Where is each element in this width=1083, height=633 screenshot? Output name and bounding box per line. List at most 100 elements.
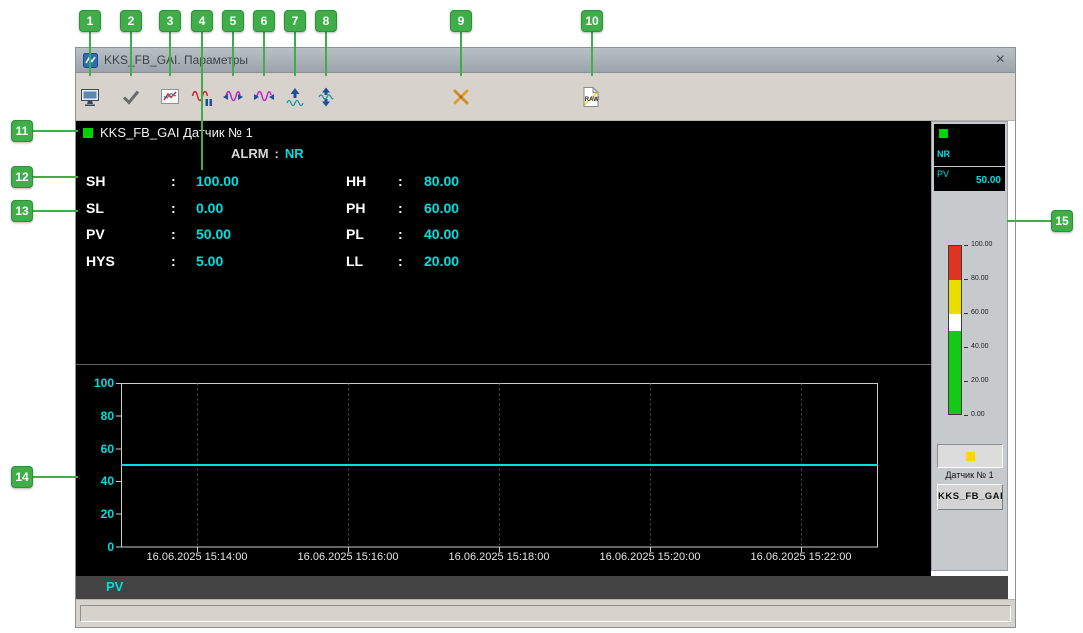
param-value-ph: 60.00	[424, 200, 460, 216]
trend-chart: 100 80 60 40 20 0 16.06.2025 15:14:00 16…	[76, 364, 931, 576]
callout-line	[201, 32, 203, 170]
colon: :	[171, 226, 176, 242]
annotation-badge-7: 7	[284, 10, 306, 32]
tag-title: KKS_FB_GAI Датчик № 1	[100, 125, 253, 140]
alarm-row: ALRM: NR	[231, 146, 304, 161]
param-label-hys: HYS	[86, 253, 115, 269]
param-label-sh: SH	[86, 173, 106, 189]
callout-line	[130, 32, 132, 76]
colon: :	[171, 253, 176, 269]
param-row: SH : 100.00 HH : 80.00	[76, 173, 931, 193]
param-label-pv: PV	[86, 226, 105, 242]
callout-line	[169, 32, 171, 76]
param-value-hys: 5.00	[196, 253, 224, 269]
annotation-badge-9: 9	[450, 10, 472, 32]
callout-line	[89, 32, 91, 76]
monitor-print-icon	[81, 89, 99, 106]
param-label-ll: LL	[346, 253, 364, 269]
colon: :	[398, 253, 403, 269]
alarm-indicator-led	[966, 452, 975, 461]
tools-icon	[453, 89, 469, 105]
param-label-pl: PL	[346, 226, 364, 242]
callout-line	[232, 32, 234, 76]
screenshot-button[interactable]	[77, 83, 105, 111]
gauge-tick-label: 0.00	[971, 411, 985, 418]
callout-line	[294, 32, 296, 76]
annotation-badge-11: 11	[11, 120, 33, 142]
gauge-tick	[964, 313, 968, 314]
trend-compress-button[interactable]	[220, 83, 248, 111]
arrows-up-down-icon	[318, 87, 334, 107]
annotation-badge-5: 5	[222, 10, 244, 32]
annotation-badge-12: 12	[11, 166, 33, 188]
colon: :	[398, 173, 403, 189]
alarm-indicator-box	[937, 444, 1003, 468]
trend-expand-button[interactable]	[251, 83, 279, 111]
chart-export-button[interactable]	[157, 83, 185, 111]
x-tick: 16.06.2025 15:18:00	[448, 551, 550, 563]
kks-tag-button[interactable]: KKS_FB_GAI	[937, 484, 1003, 510]
gauge-tick-label: 40.00	[971, 343, 989, 350]
x-tick: 16.06.2025 15:14:00	[146, 551, 248, 563]
pv-label: PV	[937, 169, 950, 179]
annotation-badge-13: 13	[11, 200, 33, 222]
gauge-zone-high-warn	[949, 280, 961, 314]
sidebar-pv-box: PV 50.00	[934, 167, 1005, 191]
toolbar: RAW	[76, 73, 1015, 121]
gauge-zone-normal	[949, 314, 961, 331]
y-tick: 0	[107, 540, 114, 554]
alarm-colon: :	[274, 146, 279, 161]
raw-data-button[interactable]: RAW	[578, 83, 606, 111]
trend-plot	[116, 383, 878, 552]
annotation-badge-3: 3	[159, 10, 181, 32]
svg-text:RAW: RAW	[585, 97, 599, 103]
param-label-ph: PH	[346, 200, 366, 216]
annotation-badge-10: 10	[581, 10, 603, 32]
callout-line	[33, 210, 78, 212]
annotation-badge-4: 4	[191, 10, 213, 32]
x-tick: 16.06.2025 15:20:00	[599, 551, 701, 563]
gauge-tick	[964, 381, 968, 382]
callout-line	[33, 476, 78, 478]
gauge-tick-label: 100.00	[971, 241, 993, 248]
legend-strip: PV	[76, 576, 1008, 599]
annotation-badge-2: 2	[120, 10, 142, 32]
sidebar-status-box: NR	[934, 124, 1005, 166]
param-value-sh: 100.00	[196, 173, 239, 189]
chart-image-icon	[161, 89, 179, 104]
annotation-badge-1: 1	[79, 10, 101, 32]
x-tick: 16.06.2025 15:16:00	[297, 551, 399, 563]
param-value-sl: 0.00	[196, 200, 224, 216]
parameters-panel: KKS_FB_GAI Датчик № 1 ALRM: NR SH : 100.0…	[76, 121, 931, 364]
faceplate-window: KKS_FB_GAI. Параметры × RAW KKS_FB_GAI Д…	[75, 47, 1016, 628]
close-icon[interactable]: ×	[996, 51, 1005, 69]
colon: :	[171, 173, 176, 189]
settings-button[interactable]	[448, 83, 476, 111]
annotation-badge-6: 6	[253, 10, 275, 32]
check-icon	[122, 90, 140, 105]
y-tick: 80	[100, 409, 114, 423]
param-label-sl: SL	[86, 200, 104, 216]
annotation-badge-14: 14	[11, 466, 33, 488]
scale-up-button[interactable]	[282, 83, 310, 111]
legend-pv: PV	[106, 579, 124, 594]
param-label-hh: HH	[346, 173, 367, 189]
gauge-tick-label: 80.00	[971, 275, 989, 282]
param-value-pl: 40.00	[424, 226, 460, 242]
window-title: KKS_FB_GAI. Параметры	[104, 53, 248, 67]
wave-arrows-out-icon	[254, 90, 274, 102]
content-area: KKS_FB_GAI Датчик № 1 ALRM: NR SH : 100.0…	[76, 121, 1015, 599]
callout-line	[1007, 220, 1051, 222]
colon: :	[171, 200, 176, 216]
accept-button[interactable]	[118, 83, 146, 111]
colon: :	[398, 226, 403, 242]
param-value-pv: 50.00	[196, 226, 232, 242]
trend-pause-button[interactable]	[189, 83, 217, 111]
gauge-bar	[948, 245, 962, 415]
callout-line	[460, 32, 462, 76]
y-tick: 20	[100, 507, 114, 521]
autoscale-button[interactable]	[313, 83, 341, 111]
title-bar[interactable]: KKS_FB_GAI. Параметры ×	[76, 48, 1015, 73]
gauge-tick	[964, 245, 968, 246]
x-tick: 16.06.2025 15:22:00	[750, 551, 852, 563]
